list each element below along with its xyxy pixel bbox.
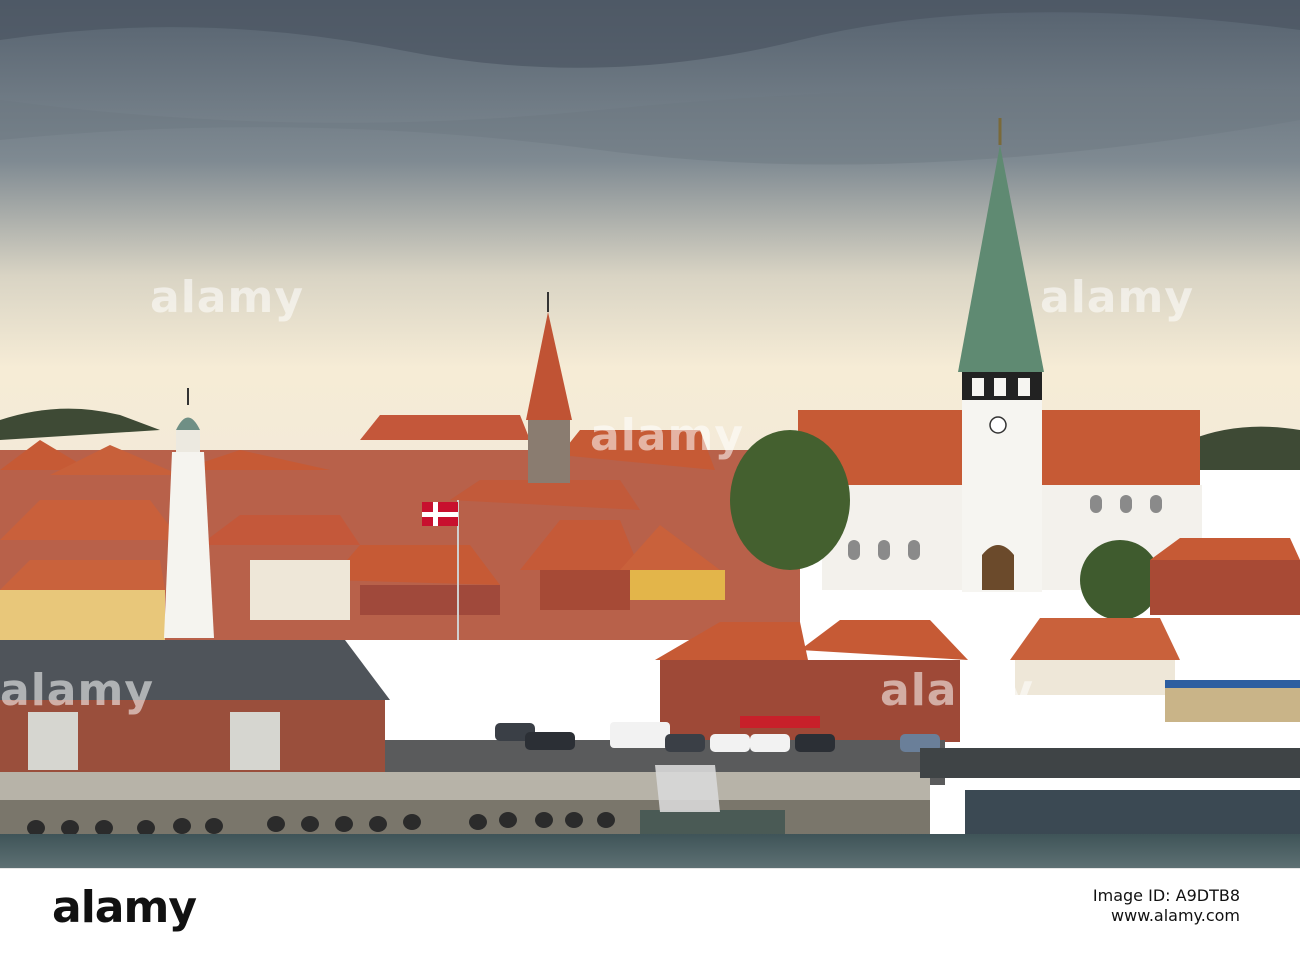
image-id-block: Image ID: A9DTB8 www.alamy.com — [1093, 886, 1240, 926]
tree — [730, 430, 850, 570]
warehouse — [0, 640, 390, 772]
harbour-water — [0, 834, 1300, 868]
gangway — [655, 765, 720, 812]
harbour-town-scene — [0, 0, 1300, 868]
divider — [0, 868, 1300, 869]
footer-bar: alamy Image ID: A9DTB8 www.alamy.com — [0, 868, 1300, 956]
ferry-berth — [920, 680, 1300, 852]
tree — [1080, 540, 1160, 620]
site-url: www.alamy.com — [1111, 906, 1240, 925]
photo: alamy alamy alamy alamy alamy — [0, 0, 1300, 868]
brand-logo: alamy — [52, 882, 197, 933]
harbour-office — [655, 620, 968, 742]
quay-surface — [0, 772, 930, 802]
image-id-label: Image ID: A9DTB8 — [1092, 886, 1240, 905]
pontoon — [640, 810, 785, 836]
sky — [0, 0, 1300, 460]
